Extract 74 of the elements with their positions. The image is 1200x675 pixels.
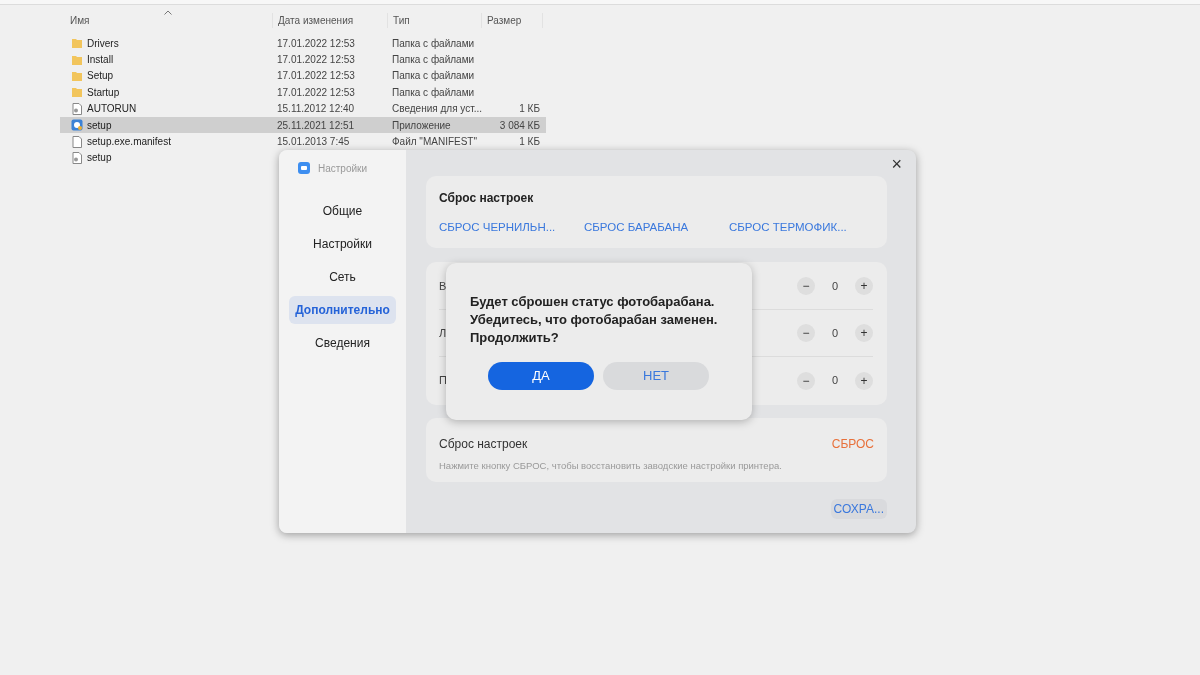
dialog-message: Будет сброшен статус фотобарабана. Убедитесь, что фотобарабан заменен. Продолжить? [470,293,719,347]
file-name: setup [87,118,112,133]
printer-app-icon [298,162,310,174]
file-type: Папка с файлами [391,53,476,68]
counter-label: В [439,278,447,294]
counter-label: Л [439,325,447,341]
sort-caret-icon [164,10,172,15]
folder-icon [71,37,83,50]
file-size: 3 084 КБ [498,118,540,133]
file-row[interactable]: setup.exe.manifest 15.01.2013 7:45 Файл "MANIFEST" 1 КБ [60,133,546,150]
file-row[interactable]: Install 17.01.2022 12:53 Папка с файлами [60,51,546,68]
sidebar-item[interactable]: Сеть [289,263,396,291]
file-row[interactable]: AUTORUN 15.11.2012 12:40 Сведения для уст... 1 КБ [60,100,546,117]
folder-icon [71,86,83,99]
file-name: Startup [87,85,120,100]
settings-file-icon [71,102,83,115]
counter-label: П [439,373,447,389]
file-name: Install [87,53,114,68]
file-type: Папка с файлами [391,69,476,84]
settings-file-icon [71,151,83,164]
app-icon [71,119,83,132]
window-title: Настройки [318,161,368,176]
sidebar-item[interactable]: Сведения [289,329,396,357]
setting-description: Нажмите кнопку СБРОС, чтобы восстановить заводские настройки принтера. [439,459,783,473]
file-type: Приложение [391,118,452,133]
file-name: AUTORUN [87,102,137,117]
file-name: setup.exe.manifest [87,135,171,150]
file-date: 17.01.2022 12:53 [276,53,356,68]
reset-link[interactable]: СБРОС БАРАБАНА [584,219,729,237]
increment-button[interactable]: + [855,324,873,342]
close-button[interactable]: × [891,155,902,173]
sidebar-item[interactable]: Дополнительно [289,296,396,324]
file-type: Файл "MANIFEST" [391,135,479,150]
decrement-button[interactable]: − [797,371,815,390]
file-row[interactable]: setup [60,149,272,167]
file-row[interactable]: Setup 17.01.2022 12:53 Папка с файлами [60,67,546,85]
file-type: Папка с файлами [391,36,476,51]
file-type: Папка с файлами [391,85,476,100]
file-date: 15.11.2012 12:40 [276,102,356,117]
file-icon [71,135,83,148]
file-size: 1 КБ [518,135,540,150]
file-name: Drivers [87,36,119,51]
yes-button[interactable]: ДА [488,362,594,390]
folder-icon [71,69,83,82]
file-size: 1 КБ [518,102,540,117]
file-row[interactable]: setup 25.11.2021 12:51 Приложение 3 084 КБ [60,116,546,134]
card-title: Сброс настроек [439,190,535,207]
column-header[interactable]: Размер [481,13,543,28]
folder-icon [71,53,83,66]
file-name: setup [87,151,112,166]
file-date: 15.01.2013 7:45 [276,135,351,150]
file-date: 25.11.2021 12:51 [276,118,356,133]
sidebar-item[interactable]: Общие [289,197,396,225]
reset-link[interactable]: СБРОС ТЕРМОФИК... [729,219,874,237]
decrement-button[interactable]: − [797,324,815,342]
counter-value: 0 [830,325,840,341]
file-name: Setup [87,69,114,84]
increment-button[interactable]: + [855,277,873,295]
counter-value: 0 [830,278,840,294]
file-type: Сведения для уст... [391,102,481,117]
file-row[interactable]: Startup 17.01.2022 12:53 Папка с файлами [60,84,546,101]
column-header[interactable]: Имя [60,13,272,28]
counter-value: 0 [830,373,840,389]
increment-button[interactable]: + [855,371,873,390]
file-row[interactable]: Drivers 17.01.2022 12:53 Папка с файлами [60,35,546,52]
setting-label: Сброс настроек [439,436,528,453]
file-date: 17.01.2022 12:53 [276,36,356,51]
column-header[interactable]: Дата изменения [272,13,387,28]
file-date: 17.01.2022 12:53 [276,85,356,100]
decrement-button[interactable]: − [797,277,815,295]
column-header[interactable]: Тип [387,13,481,28]
sidebar-item[interactable]: Настройки [289,230,396,258]
file-date: 17.01.2022 12:53 [276,69,356,84]
reset-link[interactable]: СБРОС ЧЕРНИЛЬН... [439,219,584,237]
